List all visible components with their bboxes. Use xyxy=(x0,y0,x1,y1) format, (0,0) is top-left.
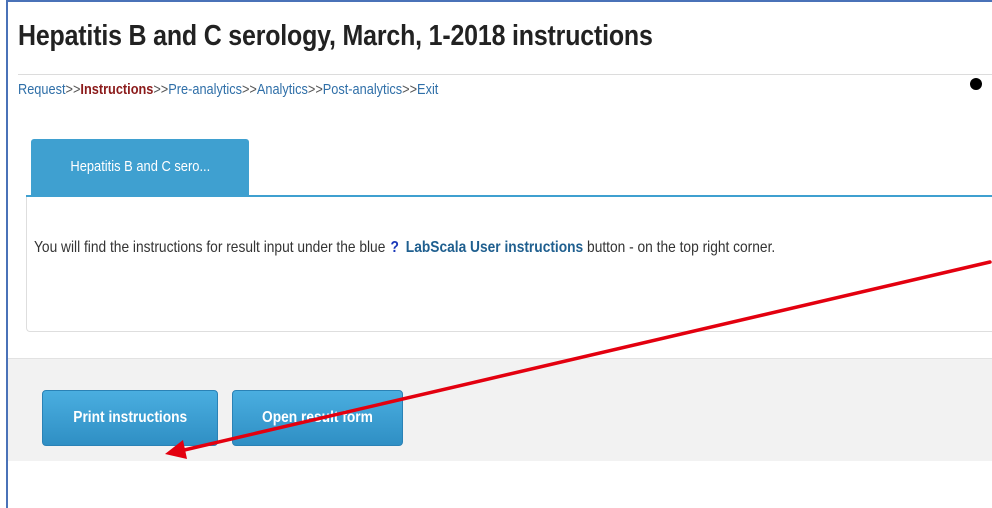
user-instructions-link[interactable]: LabScala User instructions xyxy=(406,239,583,256)
breadcrumb-separator: >> xyxy=(153,81,169,98)
breadcrumb-separator: >> xyxy=(307,81,323,98)
breadcrumb-request[interactable]: Request xyxy=(18,81,65,98)
title-divider xyxy=(18,74,992,75)
breadcrumb-analytics[interactable]: Analytics xyxy=(257,81,308,98)
print-instructions-label: Print instructions xyxy=(73,409,187,426)
bullet-point xyxy=(970,78,982,90)
breadcrumb-exit[interactable]: Exit xyxy=(417,81,438,98)
breadcrumb: Request>>Instructions>>Pre-analytics>>An… xyxy=(18,81,438,98)
breadcrumb-separator: >> xyxy=(241,81,257,98)
breadcrumb-separator: >> xyxy=(65,81,81,98)
open-result-form-label: Open result form xyxy=(262,409,373,426)
breadcrumb-instructions[interactable]: Instructions xyxy=(80,81,153,98)
instructions-panel xyxy=(26,197,992,332)
instructions-text: You will find the instructions for resul… xyxy=(34,239,775,257)
instructions-text-after: button - on the top right corner. xyxy=(587,239,776,256)
print-instructions-button[interactable]: Print instructions xyxy=(42,390,218,446)
tab-label: Hepatitis B and C sero... xyxy=(70,157,210,175)
breadcrumb-separator: >> xyxy=(402,81,418,98)
page-title: Hepatitis B and C serology, March, 1-201… xyxy=(18,20,653,52)
open-result-form-button[interactable]: Open result form xyxy=(232,390,403,446)
breadcrumb-post-analytics[interactable]: Post-analytics xyxy=(323,81,402,98)
breadcrumb-pre-analytics[interactable]: Pre-analytics xyxy=(168,81,242,98)
help-question-icon: ? xyxy=(390,239,399,256)
instructions-text-before: You will find the instructions for resul… xyxy=(34,239,386,256)
tab-hepatitis[interactable]: Hepatitis B and C sero... xyxy=(31,139,249,195)
